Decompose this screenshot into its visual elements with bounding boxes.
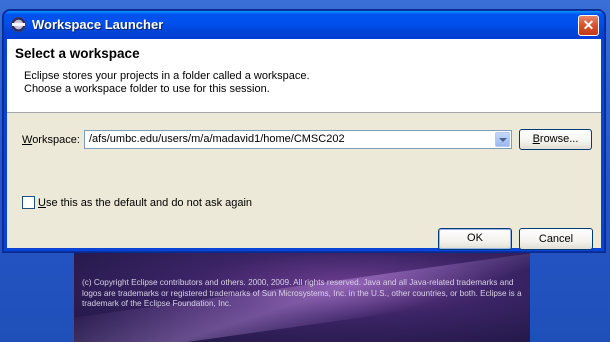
- default-checkbox-label[interactable]: Use this as the default and do not ask a…: [38, 197, 252, 209]
- workspace-label: Workspace:: [22, 134, 80, 146]
- title-bar[interactable]: Workspace Launcher ✕: [4, 11, 604, 39]
- description-line: Eclipse stores your projects in a folder…: [24, 70, 310, 82]
- window-title: Workspace Launcher: [32, 17, 164, 32]
- browse-button[interactable]: Browse...: [519, 129, 592, 150]
- close-button[interactable]: ✕: [578, 15, 599, 36]
- default-checkbox[interactable]: [22, 196, 35, 209]
- workspace-path[interactable]: /afs/umbc.edu/users/m/a/madavid1/home/CM…: [89, 133, 345, 145]
- workspace-launcher-dialog: Workspace Launcher ✕ Select a workspace …: [3, 10, 605, 252]
- header-description: Eclipse stores your projects in a folder…: [24, 70, 310, 96]
- ok-button[interactable]: OK: [438, 228, 512, 250]
- workspace-combo[interactable]: /afs/umbc.edu/users/m/a/madavid1/home/CM…: [84, 130, 512, 149]
- close-icon: ✕: [582, 17, 595, 33]
- dialog-header: Select a workspace Eclipse stores your p…: [7, 39, 601, 113]
- eclipse-icon: [11, 17, 26, 32]
- dialog-body: Select a workspace Eclipse stores your p…: [7, 39, 601, 250]
- cancel-button[interactable]: Cancel: [519, 228, 593, 250]
- eclipse-splash-screen: (c) Copyright Eclipse contributors and o…: [74, 246, 530, 342]
- splash-copyright: (c) Copyright Eclipse contributors and o…: [82, 278, 522, 308]
- header-title: Select a workspace: [15, 46, 140, 61]
- description-line: Choose a workspace folder to use for thi…: [24, 83, 270, 95]
- chevron-down-icon[interactable]: [495, 132, 510, 147]
